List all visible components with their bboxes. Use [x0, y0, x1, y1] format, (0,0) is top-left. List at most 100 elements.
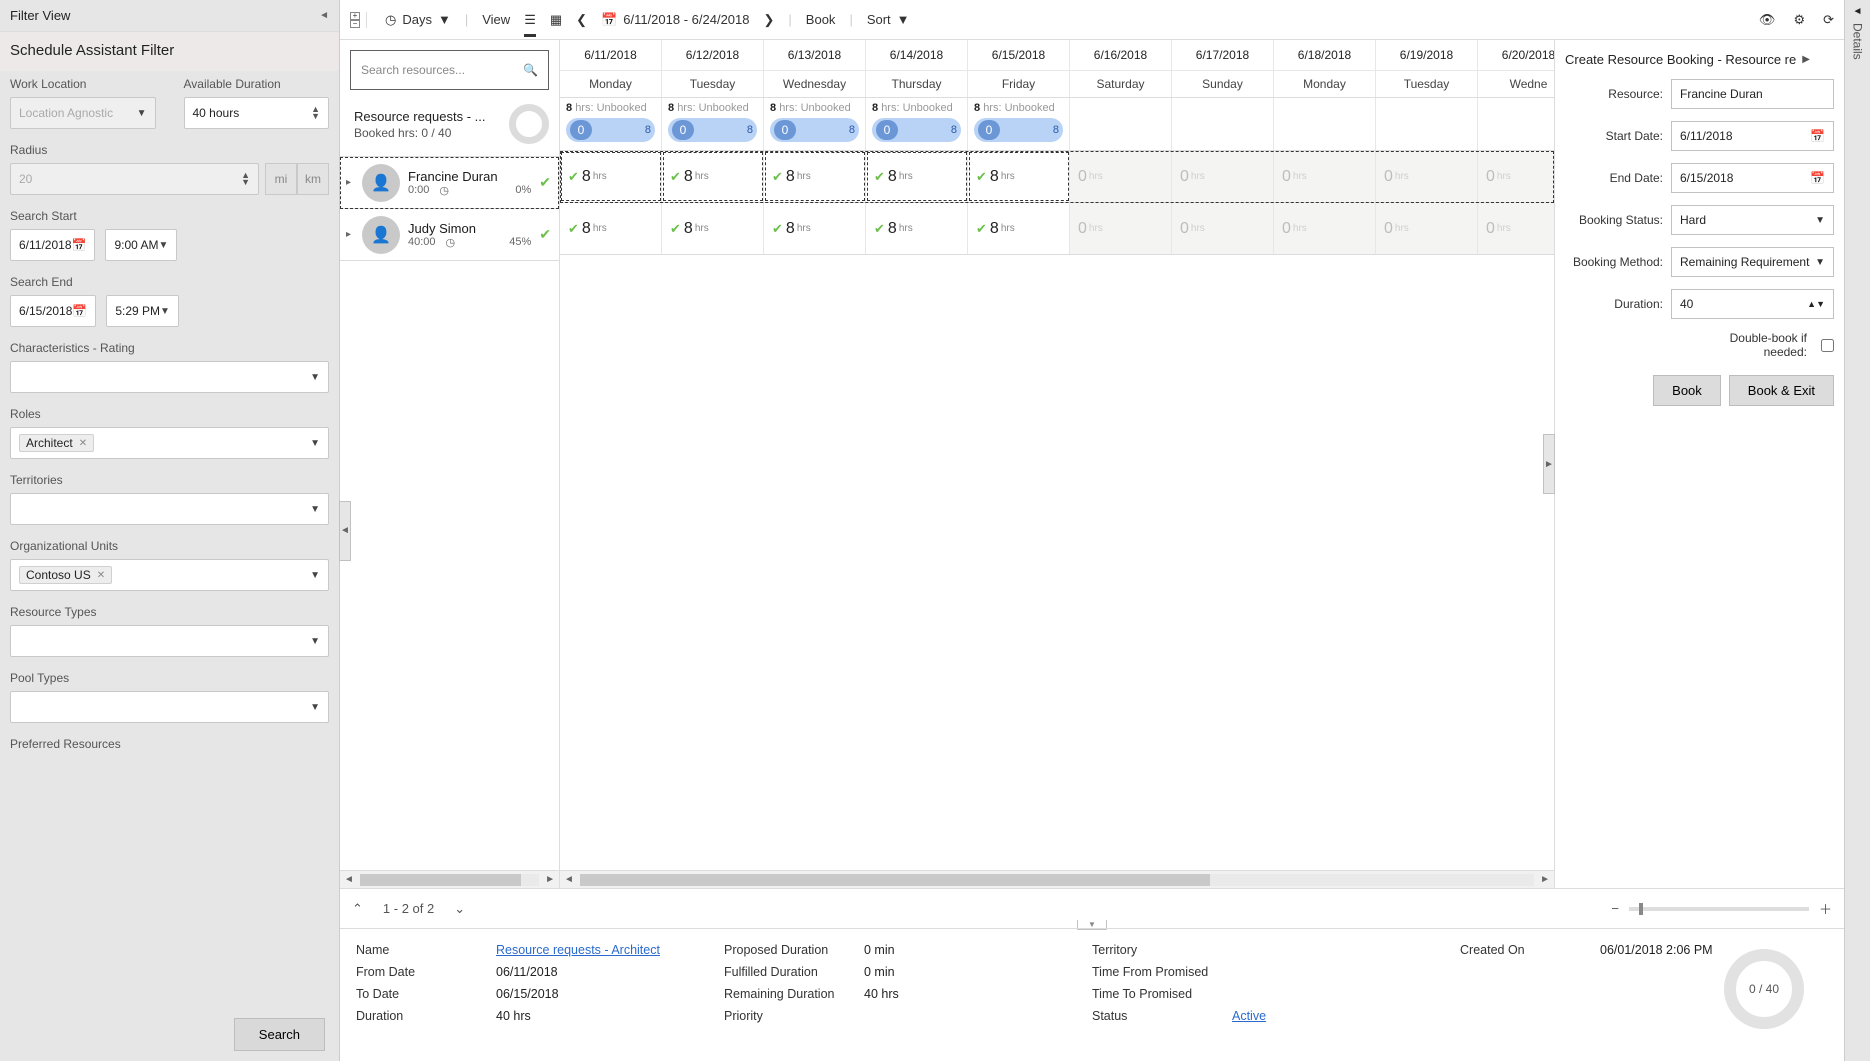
availability-cell[interactable]: 0hrs [1070, 203, 1172, 254]
availability-cell[interactable]: 0hrs [1172, 151, 1274, 202]
org-units-select[interactable]: Contoso US✕ ▼ [10, 559, 329, 591]
filter-collapse-icon[interactable]: ◄ [319, 10, 329, 21]
calendar-day-header: 6/11/2018Monday [560, 40, 662, 97]
availability-cell[interactable]: ✔8hrs [560, 203, 662, 254]
search-button[interactable]: Search [234, 1018, 325, 1051]
availability-cell[interactable]: 0hrs [1478, 151, 1554, 202]
booking-panel: ► Create Resource Booking - Resource re … [1554, 40, 1844, 888]
check-icon: ✔ [772, 169, 783, 185]
time-unit-selector[interactable]: ◷ Days ▼ [385, 12, 451, 28]
search-icon[interactable]: 🔍 [523, 63, 538, 77]
calendar-day-header: 6/16/2018Saturday [1070, 40, 1172, 97]
availability-cell[interactable]: ✔8hrs [764, 151, 866, 202]
visibility-icon[interactable]: 👁 [1759, 12, 1776, 28]
resource-row[interactable]: ▸ 👤 Francine Duran 0:00◷0% ✔ [340, 157, 559, 209]
filter-panel-side-collapse[interactable]: ◄ [339, 501, 351, 561]
calendar-icon: 📅 [72, 238, 87, 252]
territories-select[interactable]: ▼ [10, 493, 329, 525]
book-action-button[interactable]: Book [1653, 375, 1721, 406]
booking-end-date[interactable]: 6/15/2018📅 [1671, 163, 1834, 193]
sort-button[interactable]: Sort ▼ [867, 12, 910, 27]
booking-resource-input[interactable]: Francine Duran [1671, 79, 1834, 109]
chevron-right-icon[interactable]: ▶ [1802, 54, 1810, 65]
resource-search-input[interactable]: Search resources... 🔍 [350, 50, 549, 90]
requirement-link[interactable]: Resource requests - Architect [496, 943, 660, 957]
availability-cell[interactable]: ✔8hrs [560, 151, 662, 202]
requirement-day-cell: 8 hrs: Unbooked 08 [560, 98, 662, 150]
grid-view-button[interactable]: ▦ [550, 12, 562, 28]
expand-collapse-rows[interactable]: +− [350, 12, 367, 28]
availability-cell[interactable]: ✔8hrs [866, 151, 968, 202]
availability-cell[interactable]: ✔8hrs [866, 203, 968, 254]
availability-cell[interactable]: ✔8hrs [662, 203, 764, 254]
book-exit-button[interactable]: Book & Exit [1729, 375, 1834, 406]
availability-cell[interactable]: 0hrs [1376, 151, 1478, 202]
book-button[interactable]: Book [806, 12, 836, 27]
remove-chip-icon[interactable]: ✕ [97, 570, 105, 581]
pool-types-select[interactable]: ▼ [10, 691, 329, 723]
filter-view-title: Filter View [10, 8, 70, 23]
search-end-time[interactable]: 5:29 PM ▼ [106, 295, 179, 327]
refresh-icon[interactable]: ⟳ [1823, 12, 1834, 28]
zoom-slider[interactable] [1629, 907, 1809, 911]
availability-cell[interactable]: 0hrs [1274, 203, 1376, 254]
chevron-down-icon: ▼ [158, 240, 168, 251]
availability-cell[interactable]: ✔8hrs [968, 151, 1070, 202]
search-start-time[interactable]: 9:00 AM ▼ [105, 229, 177, 261]
requirement-progress-donut [509, 104, 549, 144]
booking-duration-input[interactable]: 40▲▼ [1671, 289, 1834, 319]
settings-icon[interactable]: ⚙ [1793, 12, 1805, 28]
booking-panel-collapse[interactable]: ► [1543, 434, 1555, 494]
availability-cell[interactable]: 0hrs [1478, 203, 1554, 254]
list-view-button[interactable]: ☰ [524, 12, 536, 37]
availability-cell[interactable]: 0hrs [1376, 203, 1478, 254]
avatar: 👤 [362, 216, 400, 254]
filter-subtitle: Schedule Assistant Filter [0, 32, 339, 71]
resource-col-scrollbar[interactable]: ◄► [340, 870, 559, 888]
calendar-resource-row[interactable]: ✔8hrs✔8hrs✔8hrs✔8hrs✔8hrs0hrs0hrs0hrs0hr… [560, 203, 1554, 255]
availability-cell[interactable]: 0hrs [1274, 151, 1376, 202]
doublebook-checkbox[interactable] [1821, 339, 1834, 352]
check-icon: ✔ [976, 169, 987, 185]
status-link[interactable]: Active [1232, 1009, 1266, 1023]
booking-status-select[interactable]: Hard▼ [1671, 205, 1834, 235]
page-down-icon[interactable]: ⌄ [454, 901, 465, 917]
details-side-tab[interactable]: ◄ Details [1844, 0, 1870, 1061]
prev-range-button[interactable]: ❮ [576, 12, 587, 28]
booking-method-select[interactable]: Remaining Requirement▼ [1671, 247, 1834, 277]
available-duration-input[interactable]: 40 hours ▲▼ [184, 97, 330, 129]
resource-row[interactable]: ▸ 👤 Judy Simon 40:00◷45% ✔ [340, 209, 559, 261]
calendar-icon: 📅 [601, 12, 617, 28]
zoom-out-icon[interactable]: − [1611, 901, 1619, 916]
availability-cell[interactable]: ✔8hrs [968, 203, 1070, 254]
availability-cell[interactable]: ✔8hrs [764, 203, 866, 254]
calendar-day-header: 6/13/2018Wednesday [764, 40, 866, 97]
availability-cell[interactable]: 0hrs [1070, 151, 1172, 202]
calendar-range[interactable]: 📅 6/11/2018 - 6/24/2018 [601, 12, 749, 28]
fulfillment-donut: 0 / 40 [1724, 949, 1804, 1029]
check-icon: ✔ [874, 221, 885, 237]
clock-icon: ◷ [439, 184, 449, 197]
org-chip-contoso[interactable]: Contoso US✕ [19, 566, 112, 584]
radius-unit-km[interactable]: km [297, 163, 329, 195]
resource-types-select[interactable]: ▼ [10, 625, 329, 657]
org-units-label: Organizational Units [10, 539, 329, 553]
availability-cell[interactable]: 0hrs [1172, 203, 1274, 254]
expand-row-icon[interactable]: ▸ [346, 229, 354, 240]
remove-chip-icon[interactable]: ✕ [79, 438, 87, 449]
page-up-icon[interactable]: ⌃ [352, 901, 363, 917]
search-start-date[interactable]: 6/11/2018 📅 [10, 229, 95, 261]
calendar-scrollbar[interactable]: ◄► [560, 870, 1554, 888]
role-chip-architect[interactable]: Architect✕ [19, 434, 94, 452]
roles-select[interactable]: Architect✕ ▼ [10, 427, 329, 459]
next-range-button[interactable]: ❯ [764, 12, 775, 28]
radius-unit-mi[interactable]: mi [265, 163, 297, 195]
search-end-date[interactable]: 6/15/2018 📅 [10, 295, 96, 327]
characteristics-select[interactable]: ▼ [10, 361, 329, 393]
work-location-select[interactable]: Location Agnostic ▼ [10, 97, 156, 129]
booking-start-date[interactable]: 6/11/2018📅 [1671, 121, 1834, 151]
availability-cell[interactable]: ✔8hrs [662, 151, 764, 202]
requirement-day-cell: 8 hrs: Unbooked 08 [662, 98, 764, 150]
expand-row-icon[interactable]: ▸ [346, 177, 354, 188]
calendar-resource-row[interactable]: ✔8hrs✔8hrs✔8hrs✔8hrs✔8hrs0hrs0hrs0hrs0hr… [560, 151, 1554, 203]
